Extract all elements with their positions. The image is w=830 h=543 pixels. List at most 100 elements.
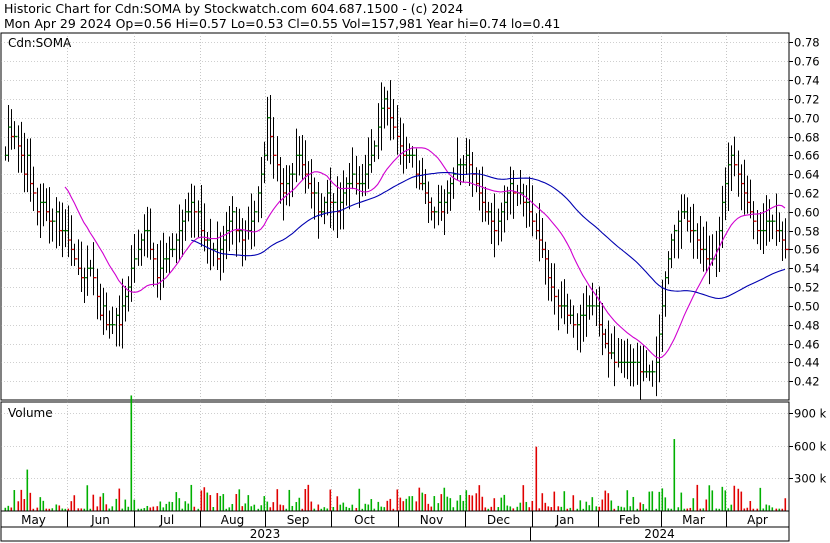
volume-bar <box>304 489 307 511</box>
volume-bar <box>560 506 563 511</box>
month-label: Nov <box>420 513 443 527</box>
volume-bar <box>222 494 225 511</box>
price-tick-label: 0.52 <box>794 281 820 295</box>
volume-bar <box>493 498 496 511</box>
price-tick-label: 0.66 <box>794 149 820 163</box>
volume-bar <box>620 506 623 511</box>
volume-bar <box>310 501 313 511</box>
volume-bar <box>629 506 632 511</box>
volume-bar <box>632 496 635 511</box>
volume-bar <box>276 489 279 511</box>
year-label: 2024 <box>644 527 675 541</box>
volume-bar <box>607 493 610 511</box>
stock-chart: 0.78 0.76 0.74 0.72 0.70 0.68 0.66 0.64 0.62 0.60… <box>0 32 827 542</box>
volume-bar <box>99 496 102 511</box>
volume-bar <box>200 490 203 511</box>
volume-bar <box>721 486 724 511</box>
volume-bar <box>203 487 206 511</box>
volume-bar <box>579 500 582 511</box>
volume-bar <box>73 495 76 511</box>
volume-bar <box>247 495 250 511</box>
volume-bar <box>617 505 620 511</box>
volume-bar <box>124 499 127 511</box>
volume-bar <box>506 505 509 511</box>
price-tick-label: 0.64 <box>794 168 820 182</box>
volume-bar <box>235 494 238 511</box>
price-tick-label: 0.60 <box>794 206 820 220</box>
volume-bar <box>364 503 367 511</box>
volume-bar <box>651 491 654 511</box>
volume-bar <box>557 506 560 511</box>
volume-bar <box>437 503 440 511</box>
price-tick-label: 0.58 <box>794 225 820 239</box>
volume-bar <box>740 491 743 511</box>
volume-bar <box>459 495 462 511</box>
volume-bar <box>771 507 774 511</box>
volume-bar <box>175 492 178 511</box>
volume-bar <box>664 497 667 511</box>
volume-bar <box>544 502 547 511</box>
volume-bar <box>705 499 708 511</box>
volume-bar <box>329 489 332 511</box>
volume-bar <box>272 502 275 511</box>
price-tick-label: 0.68 <box>794 131 820 145</box>
volume-bar <box>490 506 493 511</box>
volume-bar <box>244 503 247 511</box>
volume-bar <box>383 507 386 511</box>
volume-bar <box>749 500 752 511</box>
volume-bar <box>724 490 727 511</box>
volume-bar <box>626 490 629 511</box>
month-label: Jan <box>555 513 575 527</box>
volume-bar <box>730 504 733 511</box>
volume-bar <box>20 489 23 511</box>
volume-bar <box>408 496 411 511</box>
volume-bar <box>446 496 449 511</box>
volume-tick-label: 600 k <box>794 440 827 454</box>
volume-bar <box>711 490 714 511</box>
volume-bar <box>339 504 342 511</box>
volume-bar <box>162 507 165 511</box>
volume-bar <box>449 498 452 511</box>
year-label: 2023 <box>250 527 281 541</box>
volume-bar <box>105 504 108 511</box>
volume-bar <box>639 502 642 511</box>
volume-bar <box>96 506 99 511</box>
volume-bar <box>178 498 181 511</box>
price-tick-label: 0.46 <box>794 338 820 352</box>
volume-bar <box>478 485 481 511</box>
volume-bar <box>279 504 282 511</box>
volume-bar <box>253 504 256 511</box>
volume-tick-label: 900 k <box>794 407 827 421</box>
month-label: May <box>21 513 46 527</box>
volume-bar <box>468 494 471 511</box>
price-tick-label: 0.56 <box>794 243 820 257</box>
volume-bar <box>661 488 664 511</box>
volume-bar <box>323 507 326 511</box>
price-tick-label: 0.42 <box>794 375 820 389</box>
month-label: Mar <box>682 513 705 527</box>
volume-bar <box>484 507 487 511</box>
volume-bar <box>130 395 133 511</box>
volume-bar <box>765 504 768 511</box>
volume-bar <box>547 506 550 511</box>
price-tick-label: 0.48 <box>794 319 820 333</box>
volume-bar <box>475 493 478 511</box>
volume-bar <box>399 497 402 511</box>
volume-bar <box>522 485 525 511</box>
volume-bar <box>295 502 298 511</box>
volume-bar <box>351 504 354 511</box>
price-tick-label: 0.72 <box>794 93 820 107</box>
volume-bar <box>332 506 335 511</box>
volume-bar <box>572 495 575 511</box>
volume-bar <box>190 484 193 511</box>
volume-bar <box>288 489 291 511</box>
volume-bar <box>307 484 310 511</box>
volume-bar <box>29 492 32 511</box>
volume-bar <box>342 502 345 511</box>
volume-bar <box>658 491 661 511</box>
volume-tick-label: 300 k <box>794 472 827 486</box>
volume-bar <box>92 494 95 511</box>
month-label: Oct <box>354 513 375 527</box>
volume-bar <box>7 505 10 511</box>
volume-bar <box>415 501 418 511</box>
